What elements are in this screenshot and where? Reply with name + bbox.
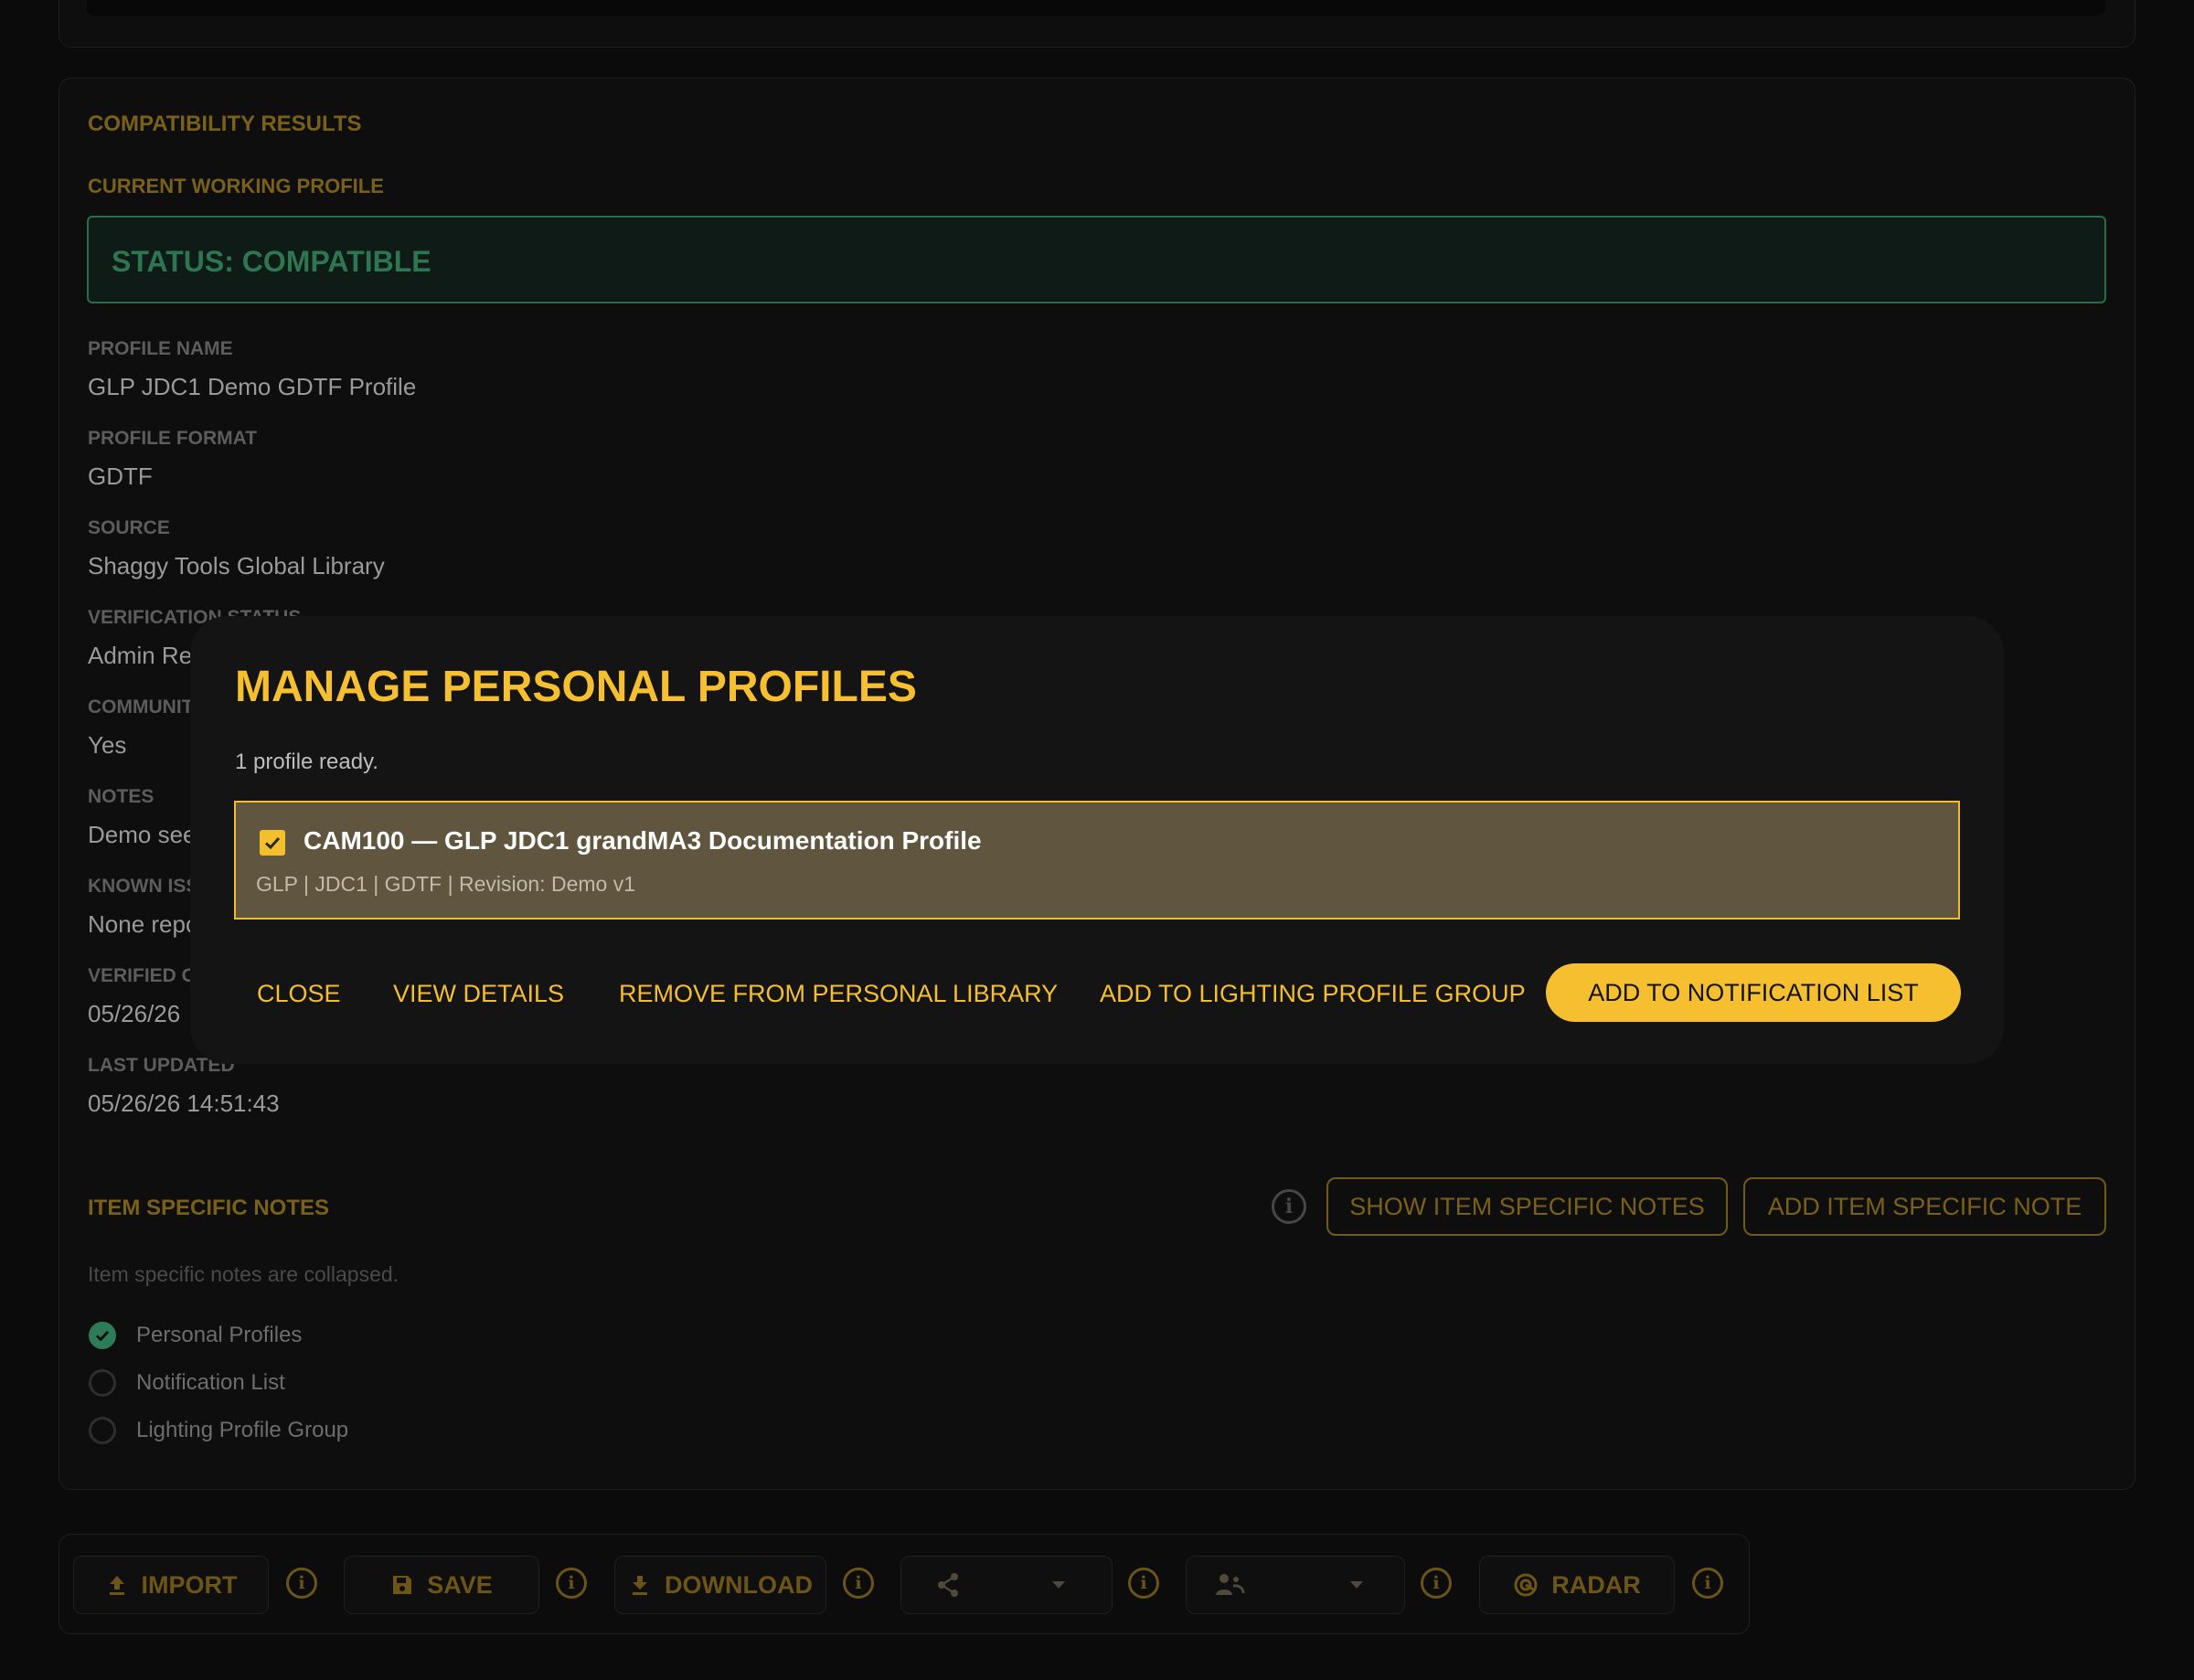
option-label: Personal Profiles xyxy=(136,1323,303,1347)
modal-subtitle: 1 profile ready. xyxy=(235,750,378,774)
previous-card-inner xyxy=(87,0,2105,16)
import-info-icon[interactable]: i xyxy=(286,1568,317,1599)
add-to-lighting-profile-group-button[interactable]: ADD TO LIGHTING PROFILE GROUP xyxy=(1100,965,1526,1022)
field-value-notes: Demo see xyxy=(88,821,197,848)
current-working-profile-label: CURRENT WORKING PROFILE xyxy=(88,175,384,197)
item-notes-info-icon[interactable]: i xyxy=(1272,1189,1306,1224)
upload-icon xyxy=(109,1576,124,1595)
field-value-known-issues: None repo xyxy=(88,910,199,938)
radar-button[interactable]: RADAR xyxy=(1479,1556,1675,1614)
profile-item-title: CAM100 — GLP JDC1 grandMA3 Documentation… xyxy=(304,826,982,855)
close-button[interactable]: CLOSE xyxy=(257,965,341,1022)
item-notes-collapsed-text: Item specific notes are collapsed. xyxy=(88,1262,399,1286)
download-info-icon[interactable]: i xyxy=(843,1568,874,1599)
option-lighting-profile-group[interactable]: Lighting Profile Group xyxy=(89,1415,348,1446)
save-label: SAVE xyxy=(427,1570,493,1599)
field-label-known-issues: KNOWN ISS xyxy=(88,876,199,897)
field-value-verified-on: 05/26/26 xyxy=(88,1000,181,1027)
field-label-source: SOURCE xyxy=(88,517,170,538)
import-label: IMPORT xyxy=(141,1570,238,1599)
assign-users-dropdown[interactable] xyxy=(1186,1556,1405,1614)
chevron-down-icon xyxy=(1350,1581,1363,1589)
radar-info-icon[interactable]: i xyxy=(1692,1568,1723,1599)
status-box: STATUS: COMPATIBLE xyxy=(87,216,2106,303)
show-item-specific-notes-button[interactable]: SHOW ITEM SPECIFIC NOTES xyxy=(1326,1177,1728,1236)
field-label-profile-format: PROFILE FORMAT xyxy=(88,428,258,449)
modal-title: MANAGE PERSONAL PROFILES xyxy=(235,663,917,711)
field-value-profile-name: GLP JDC1 Demo GDTF Profile xyxy=(88,373,417,400)
field-value-last-updated: 05/26/26 14:51:43 xyxy=(88,1090,280,1117)
option-label: Notification List xyxy=(136,1370,285,1395)
add-item-specific-note-button[interactable]: ADD ITEM SPECIFIC NOTE xyxy=(1743,1177,2106,1236)
field-value-source: Shaggy Tools Global Library xyxy=(88,552,385,579)
share-info-icon[interactable]: i xyxy=(1128,1568,1159,1599)
item-specific-notes-heading: ITEM SPECIFIC NOTES xyxy=(88,1196,330,1220)
field-value-profile-format: GDTF xyxy=(88,463,153,490)
radar-icon xyxy=(1514,1573,1538,1597)
checkbox-checked-icon[interactable] xyxy=(260,830,285,856)
option-personal-profiles[interactable]: Personal Profiles xyxy=(89,1320,302,1351)
add-to-notification-list-button[interactable]: ADD TO NOTIFICATION LIST xyxy=(1546,963,1961,1022)
save-info-icon[interactable]: i xyxy=(556,1568,587,1599)
field-value-verification-status: Admin Re xyxy=(88,642,193,669)
profile-list-item[interactable]: CAM100 — GLP JDC1 grandMA3 Documentation… xyxy=(234,801,1960,920)
import-button[interactable]: IMPORT xyxy=(73,1556,269,1614)
empty-circle-icon xyxy=(89,1417,116,1444)
field-label-notes: NOTES xyxy=(88,786,154,807)
profile-item-meta: GLP | JDC1 | GDTF | Revision: Demo v1 xyxy=(256,872,635,896)
option-label: Lighting Profile Group xyxy=(136,1418,349,1442)
save-icon xyxy=(393,1576,412,1594)
field-label-community: COMMUNIT xyxy=(88,696,194,718)
check-circle-icon xyxy=(89,1322,116,1349)
save-button[interactable]: SAVE xyxy=(344,1556,539,1614)
field-label-profile-name: PROFILE NAME xyxy=(88,338,233,359)
empty-circle-icon xyxy=(89,1369,116,1397)
view-details-button[interactable]: VIEW DETAILS xyxy=(393,965,564,1022)
share-icon xyxy=(938,1573,958,1597)
download-button[interactable]: DOWNLOAD xyxy=(614,1556,826,1614)
manage-personal-profiles-modal: MANAGE PERSONAL PROFILES 1 profile ready… xyxy=(190,616,2004,1064)
compatibility-results-heading: COMPATIBILITY RESULTS xyxy=(88,112,362,136)
radar-label: RADAR xyxy=(1551,1570,1641,1599)
assign-users-info-icon[interactable]: i xyxy=(1421,1568,1452,1599)
option-notification-list[interactable]: Notification List xyxy=(89,1367,285,1398)
download-icon xyxy=(633,1576,647,1595)
user-group-icon xyxy=(1216,1574,1245,1595)
download-label: DOWNLOAD xyxy=(665,1570,813,1599)
chevron-down-icon xyxy=(1052,1581,1065,1589)
status-text: STATUS: COMPATIBLE xyxy=(112,245,431,278)
field-label-verified-on: VERIFIED O xyxy=(88,965,197,986)
share-dropdown[interactable] xyxy=(900,1556,1113,1614)
field-value-community: Yes xyxy=(88,731,127,759)
remove-from-personal-library-button[interactable]: REMOVE FROM PERSONAL LIBRARY xyxy=(619,965,1058,1022)
previous-card xyxy=(59,0,2135,48)
